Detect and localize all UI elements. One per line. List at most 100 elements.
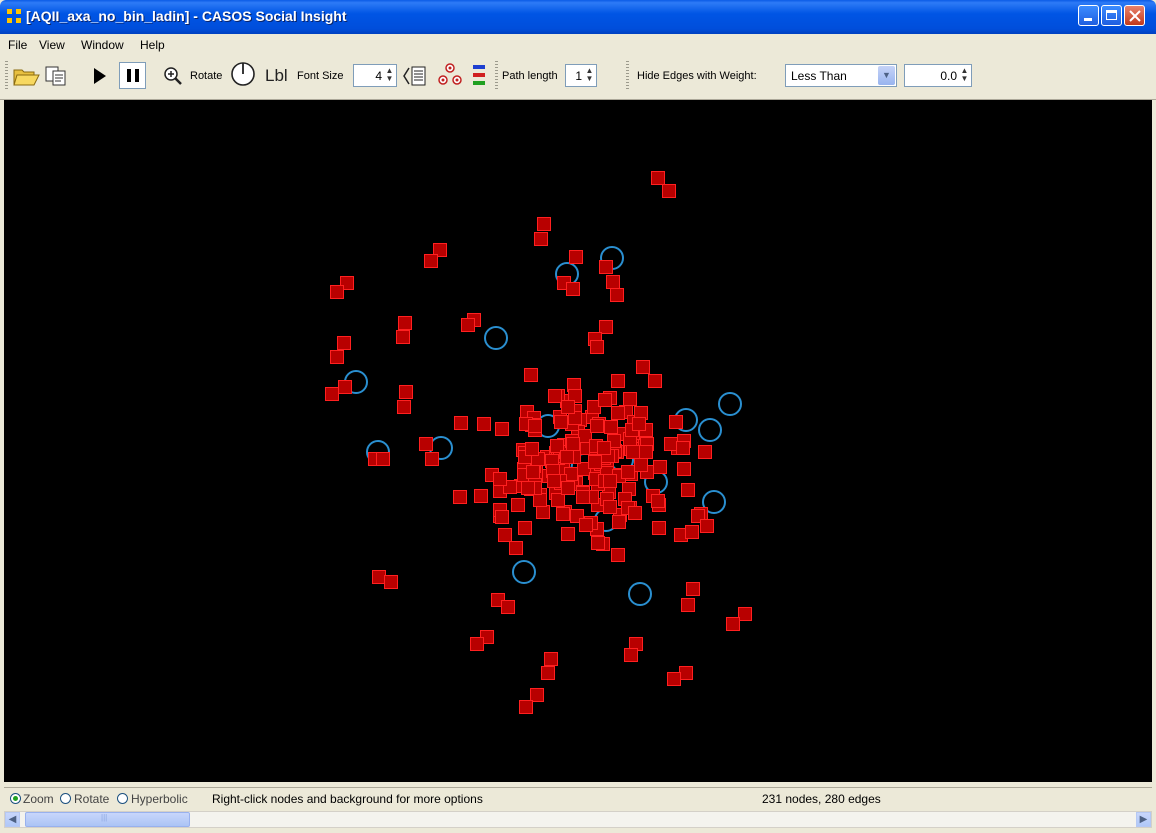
graph-node[interactable] (548, 389, 563, 404)
zoom-icon[interactable] (163, 66, 183, 86)
graph-node[interactable] (634, 457, 649, 472)
graph-node[interactable] (726, 617, 740, 631)
spinner-arrows-icon[interactable]: ▲ ▼ (959, 67, 970, 84)
graph-node[interactable] (603, 474, 618, 489)
graph-node[interactable] (632, 416, 647, 431)
graph-node[interactable] (676, 440, 691, 455)
close-button[interactable] (1124, 5, 1145, 26)
spinner-arrows-icon[interactable]: ▲ ▼ (584, 67, 595, 84)
graph-node[interactable] (534, 232, 548, 246)
graph-node[interactable] (520, 480, 535, 495)
graph-node[interactable] (452, 489, 467, 504)
graph-node[interactable] (610, 406, 625, 421)
graph-node[interactable] (555, 507, 570, 522)
font-size-spinner[interactable]: 4 ▲ ▼ (353, 64, 397, 87)
graph-node[interactable] (537, 217, 551, 231)
node-list-icon[interactable] (403, 65, 429, 87)
graph-node[interactable] (576, 489, 591, 504)
open-folder-icon[interactable] (12, 64, 40, 88)
graph-node[interactable] (493, 472, 508, 487)
toolbar-grip[interactable] (626, 61, 629, 91)
toolbar-grip[interactable] (5, 61, 8, 91)
graph-node[interactable] (477, 416, 491, 431)
graph-node[interactable] (330, 350, 344, 364)
scroll-right-icon[interactable]: ▶ (1136, 812, 1151, 827)
graph-node[interactable] (337, 336, 351, 350)
network-canvas[interactable] (4, 100, 1152, 782)
graph-node[interactable] (508, 541, 523, 556)
legend-icon[interactable] (472, 63, 486, 87)
graph-node[interactable] (565, 437, 580, 452)
graph-node[interactable] (635, 359, 650, 374)
graph-node[interactable] (495, 421, 510, 436)
graph-node[interactable] (511, 498, 526, 513)
graph-node[interactable] (553, 414, 568, 429)
graph-node[interactable] (610, 288, 624, 302)
graph-node[interactable] (561, 400, 576, 415)
play-icon[interactable] (92, 67, 108, 85)
graph-node[interactable] (566, 282, 580, 296)
graph-node[interactable] (662, 184, 676, 198)
graph-node[interactable] (419, 437, 433, 451)
graph-node[interactable] (604, 420, 619, 435)
graph-node[interactable] (612, 515, 627, 530)
graph-node[interactable] (597, 392, 612, 407)
graph-node[interactable] (399, 385, 413, 399)
maximize-button[interactable] (1101, 5, 1122, 26)
graph-node[interactable] (461, 318, 475, 332)
graph-node[interactable] (651, 171, 665, 185)
graph-node[interactable] (525, 442, 540, 457)
graph-node[interactable] (700, 519, 715, 534)
graph-node[interactable] (473, 488, 488, 503)
horizontal-scrollbar[interactable]: ◀ ▶ (4, 811, 1152, 828)
graph-node[interactable] (680, 483, 695, 498)
graph-node[interactable] (523, 368, 538, 383)
graph-node[interactable] (470, 637, 484, 651)
minimize-button[interactable] (1078, 5, 1099, 26)
graph-node[interactable] (620, 464, 635, 479)
graph-node[interactable] (541, 666, 555, 680)
graph-node[interactable] (606, 275, 620, 289)
graph-node[interactable] (599, 260, 613, 274)
graph-node[interactable] (669, 414, 684, 429)
graph-node[interactable] (591, 535, 606, 550)
graph-node[interactable] (398, 316, 412, 330)
graph-node[interactable] (330, 285, 344, 299)
graph-node[interactable] (526, 465, 541, 480)
graph-node[interactable] (397, 400, 411, 414)
graph-node[interactable] (590, 340, 604, 354)
graph-node[interactable] (676, 462, 691, 477)
graph-node[interactable] (579, 518, 594, 533)
graph-node[interactable] (611, 374, 626, 389)
graph-node[interactable] (628, 505, 643, 520)
pause-button[interactable] (119, 62, 146, 89)
graph-node[interactable] (454, 415, 469, 430)
menu-window[interactable]: Window (81, 38, 124, 52)
path-length-spinner[interactable]: 1 ▲ ▼ (565, 64, 597, 87)
rotate-mode-label[interactable]: Rotate (74, 792, 109, 806)
hide-edges-select[interactable]: Less Than ▼ (785, 64, 897, 87)
graph-node[interactable] (425, 452, 439, 466)
graph-node[interactable] (494, 509, 509, 524)
graph-node[interactable] (376, 452, 390, 466)
graph-node[interactable] (597, 440, 612, 455)
zoom-mode-label[interactable]: Zoom (23, 792, 54, 806)
graph-node[interactable] (624, 648, 638, 662)
graph-node[interactable] (652, 521, 667, 536)
graph-node[interactable] (602, 500, 617, 515)
graph-node[interactable] (610, 547, 625, 562)
graph-node[interactable] (338, 380, 352, 394)
graph-node[interactable] (544, 652, 558, 666)
graph-node[interactable] (697, 445, 712, 460)
graph-node[interactable] (681, 598, 695, 612)
graph-node[interactable] (679, 666, 693, 680)
chevron-down-icon[interactable]: ▼ (878, 66, 895, 85)
zoom-mode-radio[interactable] (10, 793, 21, 804)
label-toggle[interactable]: Lbl (265, 66, 288, 86)
graph-node[interactable] (550, 493, 565, 508)
menu-file[interactable]: File (8, 38, 27, 52)
graph-node[interactable] (560, 527, 575, 542)
graph-node[interactable] (560, 450, 575, 465)
graph-node[interactable] (517, 521, 532, 536)
graph-node[interactable] (396, 330, 410, 344)
